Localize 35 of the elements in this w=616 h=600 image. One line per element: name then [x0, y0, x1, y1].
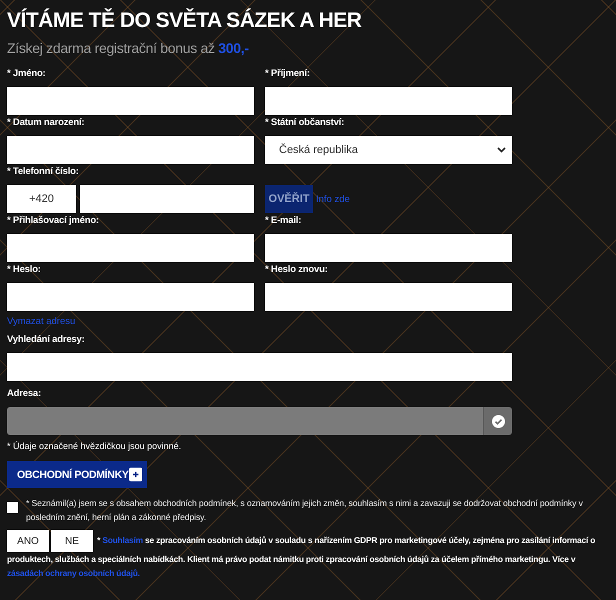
verify-button[interactable]: OVĚŘIT	[265, 185, 313, 213]
choice-button[interactable]: ANO	[7, 530, 49, 552]
text-field[interactable]	[265, 87, 512, 115]
phone-field[interactable]	[80, 185, 254, 213]
field-label: * Státní občanství:	[265, 117, 346, 129]
field-label: * E-mail:	[265, 215, 302, 227]
consent-checkbox[interactable]	[7, 502, 18, 513]
field-label: * Datum narození:	[7, 117, 86, 129]
field-label: Adresa:	[7, 388, 42, 400]
field-label: * Telefonní číslo:	[7, 166, 80, 178]
text-field[interactable]	[7, 87, 254, 115]
page-title: VÍTÁME TĚ DO SVĚTA SÁZEK A HER	[7, 7, 362, 34]
country-select[interactable]: Česká republika	[265, 136, 512, 164]
consent-text: * Seznámil(a) jsem se s obsahem obchodních podmínek, s oznamováním jejich změn, souhlasím s nimi a zavazuji se dodržovat obchodní podmínky v posledním znění, herní plán a zákonné předpisy.	[26, 497, 584, 524]
marketing-consent-text: ANO NE * Souhlasím se zpracováním osobních údajů v souladu s nařízením GDPR pro marketingové účely, zejména pro zasílání informací o produktech, službách a speciálních nabídkách. Klient má právo podat námitku proti zpracování osobních údajů za účelem přímého marketingu. Více v zásadách ochrany osobních údajů.	[7, 530, 609, 580]
bonus-subtitle: Získej zdarma registrační bonus až 300,-	[7, 40, 250, 56]
address-search-field[interactable]	[7, 353, 512, 381]
field-label: * Příjmení:	[265, 68, 311, 80]
check-circle-icon	[492, 414, 504, 428]
field-label: * Přihlašovací jméno:	[7, 215, 100, 227]
chevron-down-icon	[497, 147, 506, 153]
field-label: * Jméno:	[7, 68, 47, 80]
text-field[interactable]	[265, 283, 512, 311]
text-field[interactable]	[7, 136, 254, 164]
field-label: * Heslo znovu:	[265, 264, 329, 276]
field-label: * Heslo:	[7, 264, 42, 276]
text-field[interactable]	[7, 234, 254, 262]
phone-prefix-field[interactable]: +420	[7, 185, 76, 213]
field-label: Vyhledání adresy:	[7, 334, 86, 346]
text-field[interactable]	[7, 283, 254, 311]
terms-toggle-button[interactable]: OBCHODNÍ PODMÍNKY	[7, 461, 147, 488]
required-note: * Údaje označené hvězdičkou jsou povinné.	[7, 441, 182, 451]
choice-button[interactable]: NE	[51, 530, 93, 552]
text-field[interactable]	[265, 234, 512, 262]
plus-icon	[128, 467, 142, 482]
